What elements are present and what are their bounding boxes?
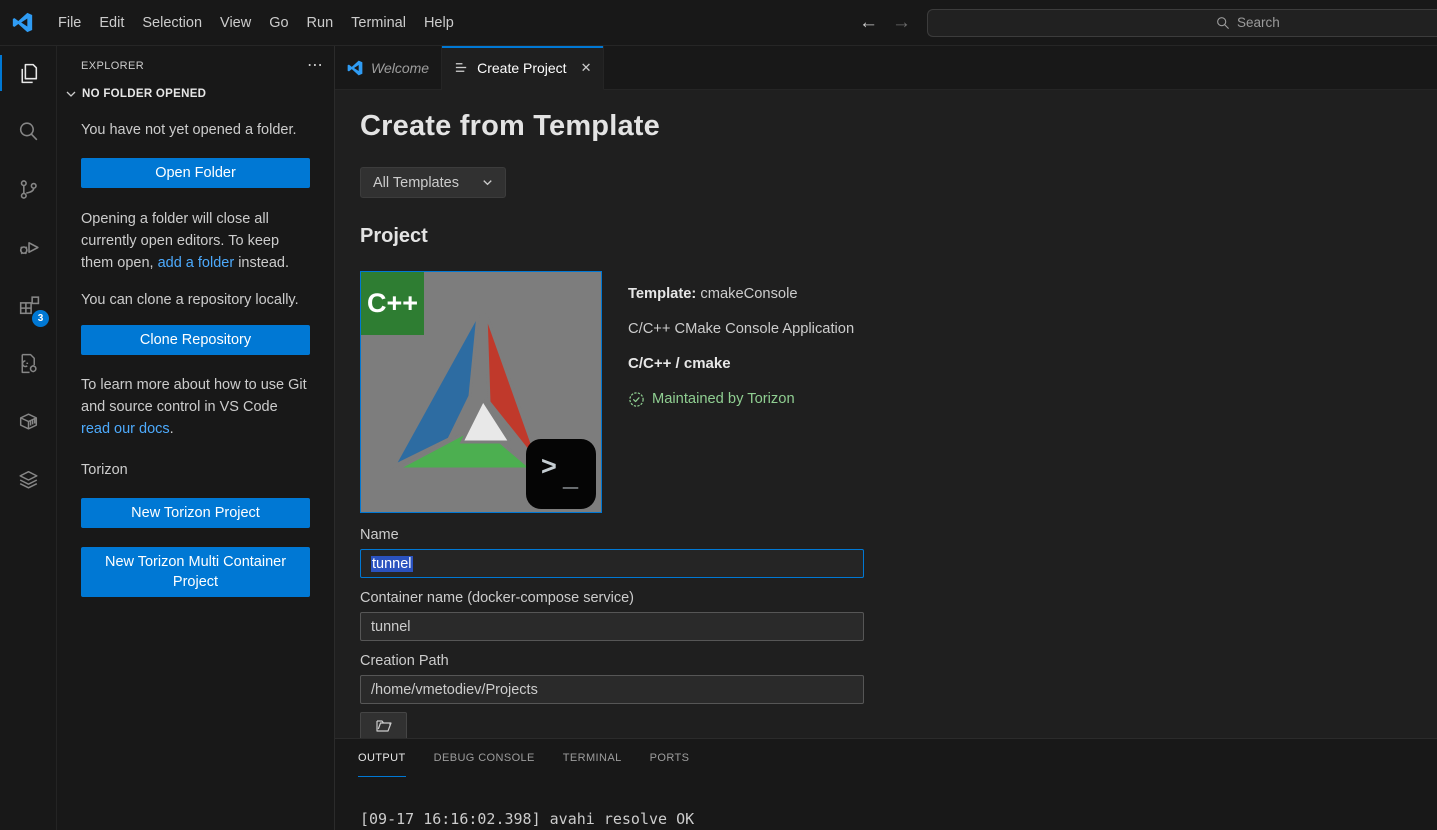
verified-seal-icon — [628, 391, 645, 408]
menu-edit[interactable]: Edit — [90, 11, 133, 35]
template-stack: C/C++ / cmake — [628, 353, 854, 375]
menu-help[interactable]: Help — [415, 11, 463, 35]
template-card[interactable]: C++ >_ — [360, 271, 602, 513]
activitybar-torizon-stack[interactable] — [0, 455, 56, 503]
creation-path-label: Creation Path — [360, 653, 864, 669]
clone-repository-button[interactable]: Clone Repository — [81, 325, 310, 355]
torizon-section-label: Torizon — [81, 459, 310, 481]
name-label: Name — [360, 527, 864, 543]
menu-view[interactable]: View — [211, 11, 260, 35]
output-log[interactable]: [09-17 16:16:02.398] avahi resolve OK [0… — [335, 776, 1437, 830]
tab-create-project[interactable]: Create Project ✕ — [442, 46, 604, 90]
search-icon — [16, 119, 41, 144]
tab-welcome[interactable]: Welcome — [335, 46, 442, 89]
panel-tab-bar: OUTPUT DEBUG CONSOLE TERMINAL PORTS — [335, 739, 1437, 776]
open-folder-hint: Opening a folder will close all currentl… — [81, 208, 310, 274]
list-icon — [454, 60, 469, 75]
folder-open-icon — [375, 717, 393, 735]
template-name-row: Template: cmakeConsole — [628, 283, 854, 305]
no-folder-text: You have not yet opened a folder. — [81, 119, 310, 141]
activitybar-torizon-device[interactable] — [0, 397, 56, 445]
clone-text: You can clone a repository locally. — [81, 289, 310, 311]
page-title: Create from Template — [360, 110, 1437, 143]
template-description: C/C++ CMake Console Application — [628, 318, 854, 340]
layers-icon — [16, 467, 41, 492]
activitybar-torizon-templates[interactable] — [0, 339, 56, 387]
activity-bar: 3 — [0, 46, 57, 830]
git-docs-text: To learn more about how to use Git and s… — [81, 374, 310, 440]
creation-path-input[interactable] — [360, 675, 864, 704]
new-torizon-multi-container-button[interactable]: New Torizon Multi Container Project — [81, 547, 310, 597]
activitybar-extensions[interactable]: 3 — [0, 281, 56, 329]
search-icon — [1216, 16, 1230, 30]
file-gear-icon — [16, 351, 41, 376]
close-icon[interactable]: ✕ — [581, 60, 592, 76]
more-actions-icon[interactable]: ⋯ — [307, 61, 324, 71]
name-input[interactable]: tunnel — [360, 549, 864, 578]
panel-tab-terminal[interactable]: TERMINAL — [563, 739, 622, 776]
menu-file[interactable]: File — [49, 11, 90, 35]
command-center-search[interactable]: Search — [927, 9, 1437, 37]
explorer-sidebar: EXPLORER ⋯ NO FOLDER OPENED You have not… — [57, 46, 335, 830]
vscode-logo-icon — [12, 12, 33, 33]
menu-go[interactable]: Go — [260, 11, 297, 35]
read-our-docs-link[interactable]: read our docs — [81, 421, 170, 437]
terminal-icon: >_ — [526, 439, 596, 509]
extensions-badge: 3 — [32, 310, 49, 327]
log-line: [09-17 16:16:02.398] avahi resolve OK — [360, 808, 1437, 830]
project-form: Name tunnel Container name (docker-compo… — [360, 527, 864, 738]
browse-folder-button[interactable] — [360, 712, 407, 738]
vscode-logo-icon — [347, 60, 363, 76]
panel-tab-debug-console[interactable]: DEBUG CONSOLE — [434, 739, 535, 776]
chevron-down-icon — [63, 86, 79, 102]
search-placeholder: Search — [1237, 15, 1280, 30]
template-meta: Template: cmakeConsole C/C++ CMake Conso… — [628, 271, 854, 513]
create-project-page: Create from Template All Templates Proje… — [335, 90, 1437, 738]
files-icon — [16, 61, 41, 86]
panel-tab-output[interactable]: OUTPUT — [358, 740, 406, 777]
maintained-row: Maintained by Torizon — [628, 388, 854, 410]
sidebar-title: EXPLORER — [81, 60, 144, 72]
menubar: File Edit Selection View Go Run Terminal… — [49, 11, 463, 35]
titlebar: File Edit Selection View Go Run Terminal… — [0, 0, 1437, 46]
container-name-input[interactable] — [360, 612, 864, 641]
activitybar-source-control[interactable] — [0, 165, 56, 213]
container-name-label: Container name (docker-compose service) — [360, 590, 864, 606]
activitybar-explorer[interactable] — [0, 49, 56, 97]
history-nav: ← → — [843, 13, 927, 32]
project-section-title: Project — [360, 225, 1437, 248]
open-folder-button[interactable]: Open Folder — [81, 158, 310, 188]
run-debug-icon — [16, 235, 41, 260]
menu-terminal[interactable]: Terminal — [342, 11, 415, 35]
back-button[interactable]: ← — [859, 13, 878, 32]
chevron-down-icon — [480, 175, 495, 190]
editor-tab-bar: Welcome Create Project ✕ — [335, 46, 1437, 90]
source-control-icon — [16, 177, 41, 202]
bottom-panel: OUTPUT DEBUG CONSOLE TERMINAL PORTS [09-… — [335, 738, 1437, 830]
cpp-badge: C++ — [361, 272, 424, 335]
container-box-icon — [16, 409, 41, 434]
menu-selection[interactable]: Selection — [133, 11, 211, 35]
forward-button[interactable]: → — [892, 13, 911, 32]
panel-tab-ports[interactable]: PORTS — [650, 739, 690, 776]
template-filter-dropdown[interactable]: All Templates — [360, 167, 506, 198]
new-torizon-project-button[interactable]: New Torizon Project — [81, 498, 310, 528]
section-no-folder-opened[interactable]: NO FOLDER OPENED — [63, 86, 334, 102]
menu-run[interactable]: Run — [298, 11, 343, 35]
activitybar-search[interactable] — [0, 107, 56, 155]
activitybar-run-debug[interactable] — [0, 223, 56, 271]
add-a-folder-link[interactable]: add a folder — [158, 255, 235, 271]
